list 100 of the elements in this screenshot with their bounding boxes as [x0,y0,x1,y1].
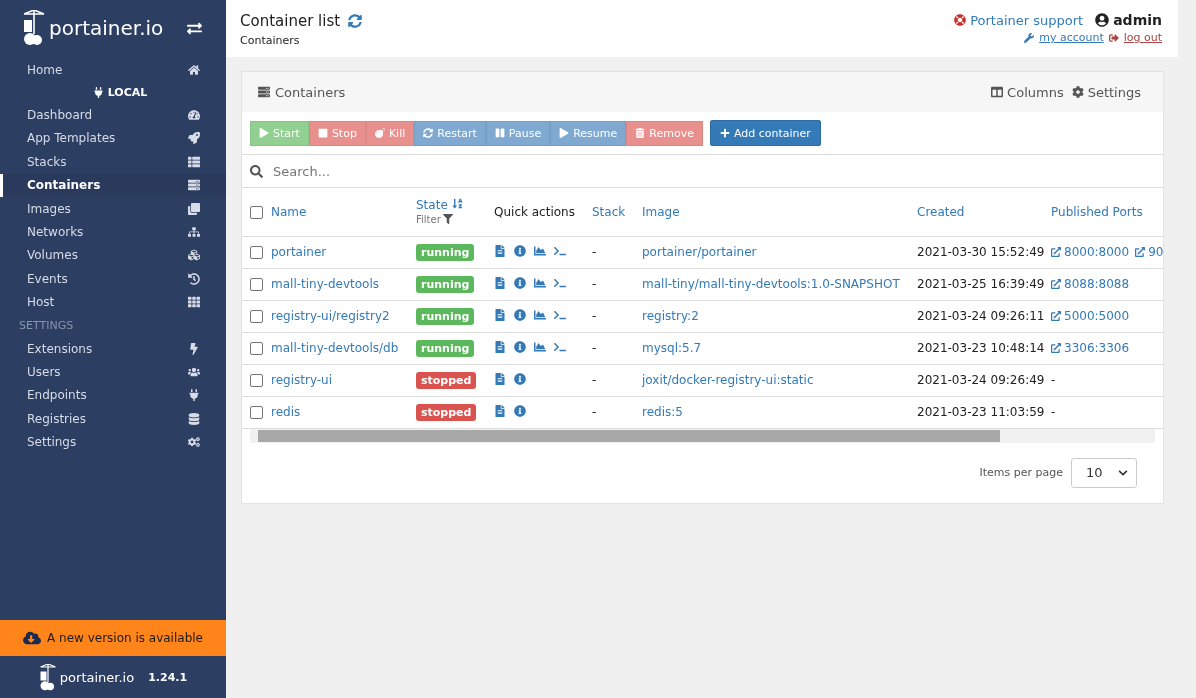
sidebar-item[interactable]: App Templates [0,126,226,151]
logo-text: portainer.io [59,669,135,685]
terminal-icon[interactable] [554,244,566,257]
checkbox[interactable] [250,406,263,419]
sidebar-item[interactable]: Extensions [0,336,226,361]
chart-icon[interactable] [534,276,546,289]
column-header[interactable]: Published Ports [1051,204,1143,219]
user-name: admin [1113,12,1162,28]
table-cell: 2021-03-24 09:26:11 [917,309,1045,323]
list-icon [188,155,200,168]
panel-title: Containers [275,84,346,100]
port-link[interactable]: 3306:3306 [1051,340,1130,355]
items-per-page-select[interactable]: 10 [1071,457,1137,488]
image-link[interactable]: mall-tiny/mall-tiny-devtools:1.0-SNAPSHOT [642,277,900,291]
info-icon[interactable] [514,340,526,353]
swap-icon[interactable] [187,20,202,36]
info-icon[interactable] [514,404,526,417]
add-container-button[interactable]: Add container [709,120,821,146]
image-link[interactable]: mysql:5.7 [642,341,702,355]
chart-icon[interactable] [534,244,546,257]
columns-button[interactable]: Columns [1007,84,1064,100]
user-icon [1095,13,1110,27]
rocket-icon [188,132,200,145]
table-cell: - [592,277,597,291]
image-link[interactable]: portainer/portainer [642,245,757,259]
checkbox[interactable] [250,278,263,291]
sidebar-item[interactable]: Registries [0,407,226,431]
file-icon[interactable] [494,372,506,385]
container-name-link[interactable]: mall-tiny-devtools/db [271,341,399,355]
file-icon[interactable] [494,244,506,257]
info-icon[interactable] [514,276,526,289]
info-icon[interactable] [514,372,526,385]
checkbox[interactable] [250,310,263,323]
sidebar-item[interactable]: Users [0,360,226,384]
filter-icon[interactable] [442,214,453,225]
container-name-link[interactable]: registry-ui [271,373,333,387]
cubes-icon [188,249,200,262]
version-text: 1.24.1 [148,670,188,684]
sidebar-item[interactable]: Endpoints [0,383,226,408]
container-name-link[interactable]: portainer [271,245,327,259]
table-cell: 2021-03-25 16:39:49 [917,277,1045,291]
checkbox[interactable] [250,342,263,355]
file-icon[interactable] [494,340,506,353]
terminal-icon[interactable] [554,340,566,353]
column-header[interactable]: Created [917,204,965,219]
column-header[interactable]: Quick actions [494,204,575,219]
bomb-icon [374,128,385,138]
port-link[interactable]: 8088:8088 [1051,276,1130,291]
update-banner[interactable]: A new version is available [0,620,226,656]
pause-icon [494,128,505,138]
sidebar-item[interactable]: Dashboard [0,103,226,127]
scrollbar-thumb[interactable] [258,429,1001,442]
sidebar-item[interactable]: Home [0,58,226,82]
port-link[interactable]: 8000:8000 [1051,244,1130,259]
status-badge: stopped [416,372,477,389]
container-name-link[interactable]: registry-ui/registry2 [271,309,390,323]
table-cell: - [1051,373,1056,387]
terminal-icon[interactable] [554,308,566,321]
log-out-link[interactable]: log out [1123,31,1162,44]
sort-icon[interactable] [451,197,463,209]
port-link[interactable]: 5000:5000 [1051,308,1130,323]
external-link-icon [1051,342,1061,353]
column-header[interactable]: Image [642,204,680,219]
sidebar-item[interactable]: Networks [0,220,226,244]
checkbox[interactable] [250,246,263,259]
sidebar-item[interactable]: Volumes [0,243,226,268]
container-name-link[interactable]: redis [271,405,301,419]
sidebar-item[interactable]: Events [0,267,226,291]
settings-button[interactable]: Settings [1087,84,1141,100]
image-link[interactable]: redis:5 [642,405,683,419]
info-icon[interactable] [514,244,526,257]
file-icon[interactable] [494,308,506,321]
port-link[interactable]: 90 [1135,244,1163,259]
refresh-icon[interactable] [348,14,363,28]
users-icon [188,366,200,378]
sidebar-item[interactable]: Host [0,290,226,314]
gears-icon [188,436,200,449]
image-link[interactable]: joxit/docker-registry-ui:static [642,373,814,387]
checkbox[interactable] [250,374,263,387]
table-cell: - [592,405,597,419]
column-header[interactable]: Name [271,204,307,219]
file-icon[interactable] [494,276,506,289]
chart-icon[interactable] [534,340,546,353]
sidebar-item[interactable]: Images [0,196,226,221]
terminal-icon[interactable] [554,276,566,289]
chart-icon[interactable] [534,308,546,321]
filter-label[interactable]: Filter [416,213,441,225]
sidebar-item[interactable]: Stacks [0,150,226,174]
column-header[interactable]: Stack [592,204,626,219]
checkbox[interactable] [250,205,263,219]
wrench-icon [1024,32,1035,43]
file-icon[interactable] [494,404,506,417]
image-link[interactable]: registry:2 [642,309,699,323]
my-account-link[interactable]: my account [1039,31,1104,44]
container-name-link[interactable]: mall-tiny-devtools [271,277,379,291]
column-header[interactable]: State [416,197,448,212]
info-icon[interactable] [514,308,526,321]
sidebar-item[interactable]: Settings [0,430,226,454]
sidebar-item[interactable]: Containers [0,173,226,197]
support-link[interactable]: Portainer support [970,12,1084,28]
